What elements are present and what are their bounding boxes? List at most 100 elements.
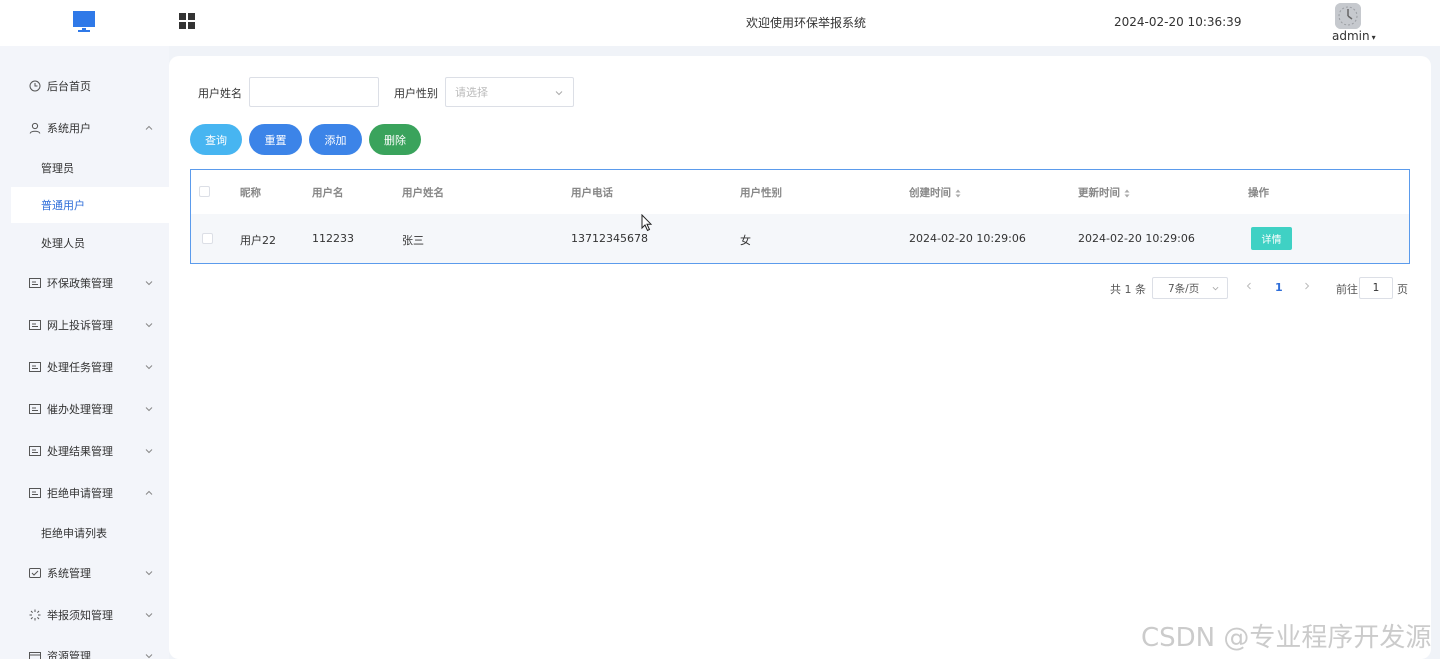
sidebar-item-admins[interactable]: 管理员 [11,150,169,186]
cell-updated: 2024-02-20 10:29:06 [1078,232,1195,245]
column-header-nickname[interactable]: 昵称 [240,185,261,200]
next-page-icon[interactable] [1302,280,1312,292]
chevron-down-icon [145,449,153,454]
sidebar-item-label: 处理结果管理 [47,445,113,458]
column-header-phone[interactable]: 用户电话 [571,185,613,200]
document-icon [29,404,41,414]
page-number-current[interactable]: 1 [1275,281,1283,294]
main-panel: 用户姓名 用户性别 请选择 查询 重置 添加 删除 昵称 用户名 用户姓名 用户… [169,56,1431,659]
select-all-checkbox[interactable] [199,186,210,197]
document-icon [29,362,41,372]
sidebar-item-system[interactable]: 系统管理 [0,554,169,592]
chevron-down-icon [555,91,563,96]
sidebar-item-rejection-list[interactable]: 拒绝申请列表 [11,515,169,551]
add-button[interactable]: 添加 [309,124,362,155]
gender-select[interactable]: 请选择 [445,77,574,107]
avatar[interactable] [1335,3,1361,29]
sidebar-item-complaints[interactable]: 网上投诉管理 [0,306,169,344]
sidebar-item-label: 系统用户 [47,122,91,135]
sidebar-item-label: 处理任务管理 [47,361,113,374]
page-size-select[interactable]: 7条/页 [1152,277,1228,299]
sidebar: 后台首页 系统用户 管理员 普通用户 处理人员 环保政策管理 网上投诉管理 处理… [0,46,169,659]
sidebar-item-label: 举报须知管理 [47,609,113,622]
welcome-title: 欢迎使用环保举报系统 [746,16,867,30]
sidebar-item-policy[interactable]: 环保政策管理 [0,264,169,302]
chevron-down-icon [145,613,153,618]
chevron-down-icon [145,323,153,328]
column-header-actions: 操作 [1248,187,1269,199]
sidebar-item-rejections[interactable]: 拒绝申请管理 [0,474,169,512]
table-row[interactable]: 用户22 112233 张三 13712345678 女 2024-02-20 … [191,214,1409,263]
sidebar-item-tasks[interactable]: 处理任务管理 [0,348,169,386]
users-table: 昵称 用户名 用户姓名 用户电话 用户性别 创建时间 更新时间 操作 用户22 … [190,169,1410,264]
column-header-username[interactable]: 用户名 [312,185,344,200]
user-name-label: admin [1332,29,1370,43]
document-icon [29,278,41,288]
row-checkbox[interactable] [202,233,213,244]
monitor-logo-icon [73,11,95,32]
clock-icon [29,80,41,92]
loading-icon [29,609,41,621]
goto-page-input[interactable] [1359,277,1393,299]
delete-button[interactable]: 删除 [369,124,421,155]
cell-phone: 13712345678 [571,232,648,245]
query-button[interactable]: 查询 [190,124,242,155]
sidebar-item-reminders[interactable]: 催办处理管理 [0,390,169,428]
current-datetime: 2024-02-20 10:36:39 [1114,15,1242,29]
sidebar-item-label: 催办处理管理 [47,403,113,416]
cell-realname: 张三 [402,234,424,247]
sort-icon [1124,189,1130,197]
column-header-realname[interactable]: 用户姓名 [402,185,444,200]
chevron-down-icon [145,281,153,286]
document-icon [29,488,41,498]
cell-username: 112233 [312,232,354,245]
sidebar-item-resources[interactable]: 资源管理 [0,637,169,659]
user-icon [29,122,41,134]
table-header: 昵称 用户名 用户姓名 用户电话 用户性别 创建时间 更新时间 操作 [191,170,1409,213]
username-filter-label: 用户姓名 [198,87,242,100]
sidebar-item-label: 系统管理 [47,567,91,580]
sidebar-item-results[interactable]: 处理结果管理 [0,432,169,470]
document-icon [29,320,41,330]
chevron-down-icon [145,571,153,576]
pagination-total: 共 1 条 [1110,283,1146,296]
username-filter-input[interactable] [249,77,379,107]
chevron-down-icon [145,654,153,659]
watermark: CSDN @专业程序开发源 [1141,623,1432,653]
column-header-updated-label: 更新时间 [1078,187,1120,199]
mouse-cursor-icon [641,214,653,232]
cell-gender: 女 [740,234,751,247]
column-header-created-label: 创建时间 [909,187,951,199]
sidebar-item-regular-users[interactable]: 普通用户 [11,187,169,223]
sidebar-item-home[interactable]: 后台首页 [0,67,169,105]
sidebar-item-label: 资源管理 [47,650,91,659]
chevron-up-icon [145,490,153,495]
column-header-gender[interactable]: 用户性别 [740,185,782,200]
document-icon [29,446,41,456]
sidebar-item-label: 环保政策管理 [47,277,113,290]
avatar-clock-icon [1335,3,1361,29]
user-menu[interactable]: admin ▾ [1332,29,1376,43]
chevron-down-icon [1212,286,1219,291]
sidebar-item-label: 拒绝申请管理 [47,487,113,500]
sort-icon [955,189,961,197]
sidebar-item-label: 后台首页 [47,80,91,93]
sidebar-item-system-users[interactable]: 系统用户 [0,109,169,147]
prev-page-icon[interactable] [1244,280,1254,292]
column-header-updated[interactable]: 更新时间 [1078,185,1130,200]
chevron-down-icon [145,407,153,412]
gender-select-placeholder: 请选择 [455,86,488,99]
cell-created: 2024-02-20 10:29:06 [909,232,1026,245]
folder-icon [29,652,41,659]
detail-button[interactable]: 详情 [1251,227,1292,250]
cell-nickname: 用户22 [240,234,276,247]
chevron-up-icon [145,125,153,130]
sidebar-item-notice[interactable]: 举报须知管理 [0,596,169,634]
reset-button[interactable]: 重置 [249,124,302,155]
gender-filter-label: 用户性别 [394,87,438,100]
column-header-created[interactable]: 创建时间 [909,185,961,200]
page-size-value: 7条/页 [1168,282,1200,295]
sidebar-item-handlers[interactable]: 处理人员 [11,225,169,261]
grid-menu-icon[interactable] [179,13,195,29]
check-box-icon [29,568,41,578]
